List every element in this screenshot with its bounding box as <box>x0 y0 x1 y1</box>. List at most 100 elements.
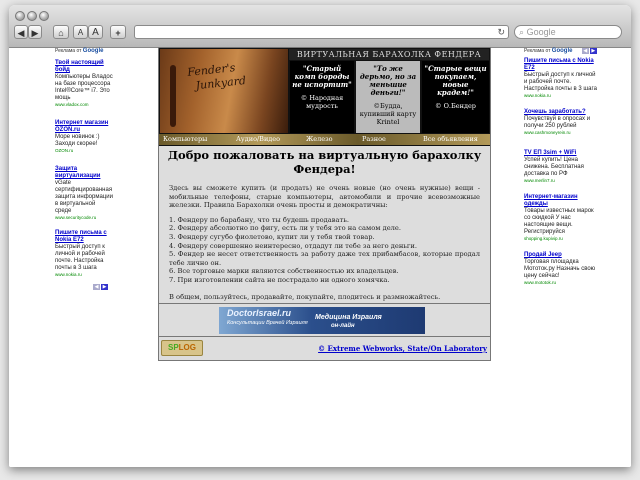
nav-misc[interactable]: Разное <box>362 135 386 144</box>
ad-title[interactable]: Твой настоящий бойд <box>55 60 113 74</box>
quote-author: © О.Бендер <box>435 102 476 110</box>
ad-url[interactable]: www.nokia.ru <box>55 272 113 278</box>
ads-header: Реклама от Google ◀ ▶ <box>524 48 597 54</box>
ad-item[interactable]: Продай Jeep Торговая площадка Мототок.ру… <box>524 252 600 286</box>
close-window-button[interactable] <box>15 11 25 21</box>
ad-item[interactable]: Интернет-магазин одежды Товары известных… <box>524 194 600 242</box>
ad-url[interactable]: www.cashmoneyrein.ru <box>524 130 600 136</box>
nav-computers[interactable]: Компьютеры <box>163 135 207 144</box>
ad-item[interactable]: Пишите письма с Nokia E72 Быстрый доступ… <box>524 58 600 99</box>
ad-item[interactable]: Интернет магазин OZON.ru Море новинок :)… <box>55 120 113 154</box>
ad-item[interactable]: Пишите письма с Nokia E72 Быстрый доступ… <box>55 230 113 278</box>
ad-title[interactable]: Интернет-магазин одежды <box>524 194 600 208</box>
ad-url[interactable]: www.securitycode.ru <box>55 215 113 221</box>
rule-item: 7. При изготовлении сайта не пострадало … <box>169 275 390 284</box>
intro-paragraph: Здесь вы сможете купить (и продать) не о… <box>169 184 480 210</box>
banner-logo-text: Fender's Junkyard <box>186 61 247 93</box>
search-icon: ⌕ <box>519 27 525 37</box>
rule-item: 2. Фендеру абсолютно по фигу, есть ли у … <box>169 224 401 233</box>
address-bar[interactable]: ↻ <box>134 25 509 39</box>
ad-title[interactable]: Пишите письма с Nokia E72 <box>55 230 113 244</box>
ad-text: Товары известных марок со скидкой У нас … <box>524 208 594 235</box>
splog-badge[interactable]: SPLOG <box>161 340 203 356</box>
ad-text: Море новинок :) Заходи скорее! <box>55 134 100 147</box>
quote-box-1: "Старый комп бороды не испортит" © Народ… <box>290 61 354 133</box>
ad-banner-tagline: он-лайн <box>331 323 355 329</box>
ad-text: vGate сертифицированная защита информаци… <box>55 180 113 214</box>
nav-audio-video[interactable]: Аудио/Видео <box>236 135 280 144</box>
ad-title[interactable]: Хочешь заработать? <box>524 109 600 116</box>
ad-url[interactable]: www.mototok.ru <box>524 280 600 286</box>
rules-list: 1. Фендеру по барабану, что ты будешь пр… <box>169 216 480 285</box>
site-nav: Компьютеры Аудио/Видео Железо Разное Все… <box>159 134 490 145</box>
quote-box-3: "Старые вещи покупаем, новые крадем!" © … <box>422 61 489 133</box>
rule-item: 3. Фендеру сугубо фиолетово, купит ли у … <box>169 232 375 241</box>
ad-banner-subtitle: Консультации Врачей Израиля <box>227 320 308 326</box>
ad-url[interactable]: OZON.ru <box>55 148 113 154</box>
banner-photo: Fender's Junkyard <box>160 49 288 133</box>
ad-url[interactable]: www.nokia.ru <box>524 93 600 99</box>
quote-author: © Народная мудрость <box>300 94 344 110</box>
ad-url[interactable]: www.merlin7.ru <box>524 178 600 184</box>
page-viewport: Реклама от Google Твой настоящий бойд Ко… <box>9 47 631 467</box>
reload-icon[interactable]: ↻ <box>497 26 505 38</box>
outro-paragraph: В общем, пользуйтесь, продавайте, покупа… <box>169 292 441 301</box>
ad-title[interactable]: Интернет магазин OZON.ru <box>55 120 113 134</box>
plus-icon: + <box>115 28 121 38</box>
quote-author: ©Будда, купивший карту Krintel <box>359 102 417 126</box>
ad-title[interactable]: Продай Jeep <box>524 252 600 259</box>
nav-hardware[interactable]: Железо <box>306 135 333 144</box>
ad-text: Быстрый доступ к личной и рабочей почте.… <box>55 244 105 271</box>
quote-text: "Старые вещи покупаем, новые крадем!" <box>424 64 487 97</box>
minimize-window-button[interactable] <box>27 11 37 21</box>
site-banner: Fender's Junkyard ВИРТУАЛЬНАЯ БАРАХОЛКА … <box>159 48 490 146</box>
divider <box>159 336 490 337</box>
text-bigger-button[interactable]: A <box>88 25 103 39</box>
ad-banner-headline: Медицина Израиля <box>315 314 382 321</box>
browser-window: ◀ ▶ ⌂ A A + ↻ ⌕ Google Реклама от Google… <box>9 5 631 467</box>
add-bookmark-button[interactable]: + <box>110 25 126 39</box>
rule-item: 5. Фендер не несет ответственность за ра… <box>169 250 480 267</box>
ad-item[interactable]: Хочешь заработать? Почувствуй в опросах … <box>524 109 600 136</box>
search-placeholder: Google <box>526 27 556 37</box>
ad-text: Быстрый доступ к личной и рабочей почте.… <box>524 72 597 92</box>
credit-link[interactable]: © Extreme Webworks, State/On Laboratory <box>318 344 487 353</box>
ad-text: Почувствуй в опросах и получи 250 рублей <box>524 116 591 129</box>
prev-ads-icon[interactable]: ◀ <box>93 284 100 290</box>
rule-item: 6. Все торговые марки являются собственн… <box>169 267 399 276</box>
ad-title[interactable]: TV EΠ 3sim + WiFi <box>524 150 600 157</box>
forward-button[interactable]: ▶ <box>28 25 42 39</box>
rule-item: 1. Фендеру по барабану, что ты будешь пр… <box>169 215 349 224</box>
ad-title[interactable]: Защита виртуализации <box>55 166 113 180</box>
home-button[interactable]: ⌂ <box>53 25 69 39</box>
ad-url[interactable]: www.vladox.com <box>55 102 113 108</box>
back-button[interactable]: ◀ <box>14 25 28 39</box>
divider <box>159 303 490 304</box>
page-title: Добро пожаловать на виртуальную барахолк… <box>167 148 482 176</box>
banner-title: ВИРТУАЛЬНАЯ БАРАХОЛКА ФЕНДЕРА <box>289 49 489 60</box>
welcome-text: Здесь вы сможете купить (и продать) не о… <box>169 184 480 301</box>
nav-all-ads[interactable]: Все объявления <box>423 135 478 144</box>
next-ads-icon[interactable]: ▶ <box>101 284 108 290</box>
prev-ads-icon[interactable]: ◀ <box>581 48 589 54</box>
quote-text: "Старый комп бороды не испортит" <box>292 64 352 89</box>
ads-pager: ◀ ▶ <box>581 48 597 54</box>
next-ads-icon[interactable]: ▶ <box>589 48 597 54</box>
search-input[interactable]: ⌕ Google <box>514 25 622 39</box>
home-icon: ⌂ <box>58 28 64 38</box>
ad-url[interactable]: shopping.kupivip.ru <box>524 236 600 242</box>
ad-item[interactable]: Защита виртуализации vGate сертифицирова… <box>55 166 113 221</box>
text-smaller-button[interactable]: A <box>73 25 88 39</box>
ad-text: Торговая площадка Мототок.ру Назначь сво… <box>524 259 596 279</box>
ad-item[interactable]: TV EΠ 3sim + WiFi Успей купить! Цена сни… <box>524 150 600 184</box>
ad-text: Компьютеры Владос на базе процессора Int… <box>55 74 113 101</box>
figure-silhouette <box>170 65 176 127</box>
forward-icon: ▶ <box>31 28 39 38</box>
ad-title[interactable]: Пишите письма с Nokia E72 <box>524 58 600 72</box>
right-ads-column: Реклама от Google ◀ ▶ Пишите письма с Nok… <box>524 48 600 286</box>
doctor-israel-ad-banner[interactable]: DoctorIsrael.ru Консультации Врачей Изра… <box>219 307 425 334</box>
left-ads-column: Реклама от Google Твой настоящий бойд Ко… <box>55 48 113 290</box>
ad-text: Успей купить! Цена снижена. Бесплатная д… <box>524 157 584 177</box>
zoom-window-button[interactable] <box>39 11 49 21</box>
ad-item[interactable]: Твой настоящий бойд Компьютеры Владос на… <box>55 60 113 108</box>
